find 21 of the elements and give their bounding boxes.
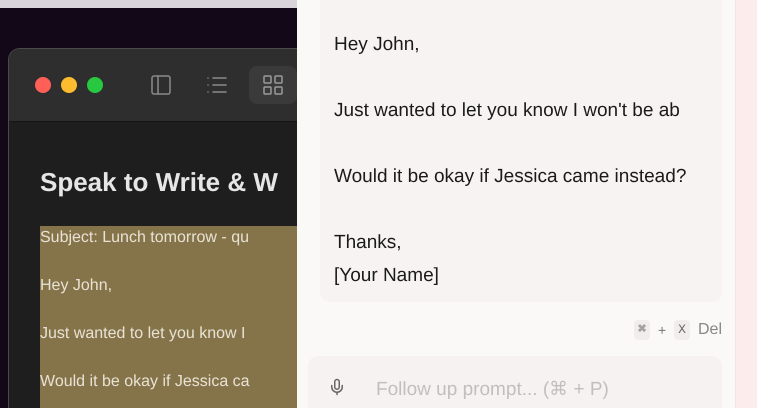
document-line: Hey John, [40, 276, 114, 296]
response-text-line: Hey John, [334, 33, 421, 57]
response-text-line: [Your Name] [334, 264, 440, 288]
plus-sign: + [658, 320, 666, 340]
microphone-icon [328, 378, 346, 396]
grid-view-button[interactable] [249, 66, 297, 104]
sidebar-icon [149, 73, 173, 97]
response-text-line: Thanks, [334, 231, 403, 255]
document-line: Just wanted to let you know I [40, 324, 246, 344]
document-title: Speak to Write & W [40, 166, 279, 198]
response-text-line: Would it be okay if Jessica came instead? [334, 165, 688, 189]
shortcut-key: ⌘ [634, 320, 650, 340]
shortcut-key: X [674, 320, 690, 340]
response-text-line: Just wanted to let you know I won't be ab [334, 99, 681, 123]
minimize-window-icon[interactable] [61, 77, 77, 93]
grid-icon [261, 73, 285, 97]
maximize-window-icon[interactable] [87, 77, 103, 93]
document-line: Would it be okay if Jessica ca [40, 372, 251, 392]
document-line: Subject: Lunch tomorrow - qu [40, 228, 250, 248]
close-window-icon[interactable] [35, 77, 51, 93]
shortcut-label: Del [698, 320, 722, 340]
